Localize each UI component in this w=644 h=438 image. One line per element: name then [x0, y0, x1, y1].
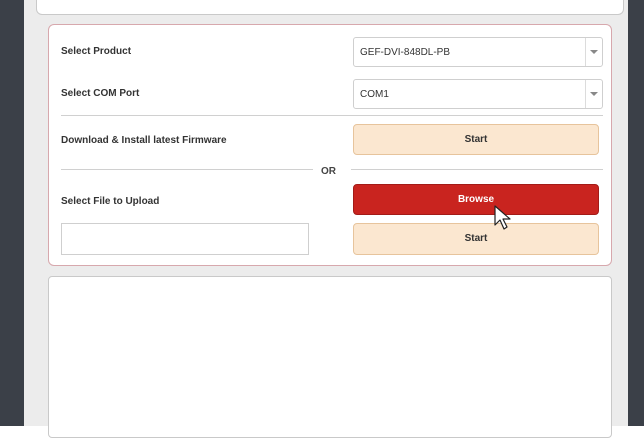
browse-button[interactable]: Browse: [353, 184, 599, 215]
file-path-input[interactable]: [61, 223, 309, 255]
product-select[interactable]: GEF-DVI-848DL-PB: [353, 37, 603, 67]
product-dropdown-arrow[interactable]: [585, 38, 602, 66]
or-divider-right: [351, 169, 603, 170]
output-log-panel[interactable]: [48, 276, 612, 438]
download-firmware-label: Download & Install latest Firmware: [61, 135, 227, 146]
top-panel: [36, 0, 624, 15]
com-port-select-value: COM1: [360, 89, 389, 100]
com-port-dropdown-arrow[interactable]: [585, 80, 602, 108]
mouse-pointer-icon: [494, 205, 514, 236]
download-start-button[interactable]: Start: [353, 124, 599, 155]
section-divider: [61, 115, 603, 116]
chevron-down-icon: [590, 92, 598, 96]
product-select-value: GEF-DVI-848DL-PB: [360, 47, 451, 58]
com-port-label: Select COM Port: [61, 88, 140, 99]
window-frame-right: [628, 0, 644, 426]
com-port-select[interactable]: COM1: [353, 79, 603, 109]
product-label: Select Product: [61, 46, 132, 57]
app-window: Select Product GEF-DVI-848DL-PB Select C…: [24, 0, 628, 438]
or-divider-left: [61, 169, 313, 170]
chevron-down-icon: [590, 50, 598, 54]
file-upload-label: Select File to Upload: [61, 196, 160, 207]
window-frame-left: [0, 0, 24, 426]
upload-start-button[interactable]: Start: [353, 223, 599, 255]
firmware-form-panel: Select Product GEF-DVI-848DL-PB Select C…: [48, 24, 612, 266]
or-separator: OR: [321, 166, 336, 177]
